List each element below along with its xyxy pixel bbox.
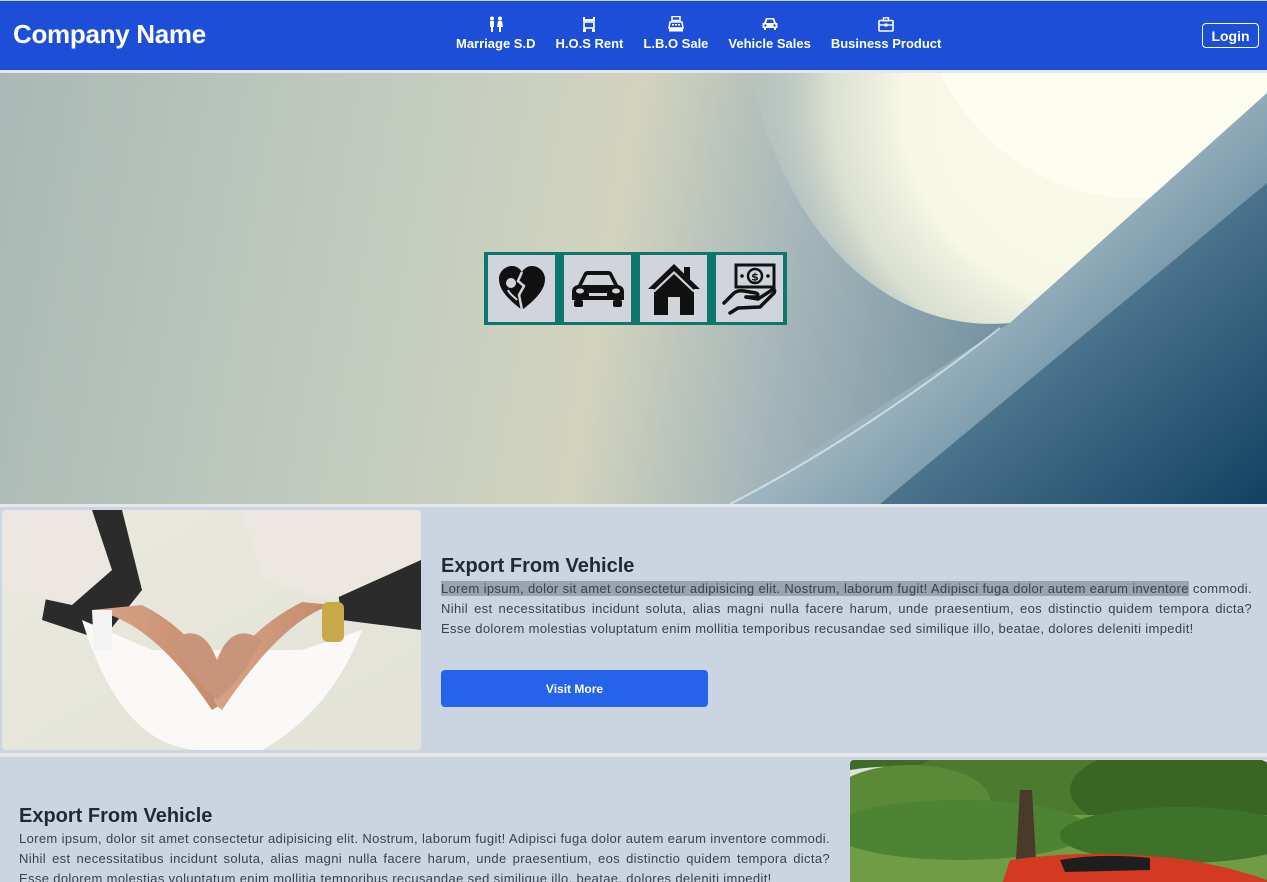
vehicle-photo	[850, 760, 1267, 882]
nav-item-lbo-sale[interactable]: L.B.O Sale	[643, 15, 708, 51]
tile-marriage[interactable]	[488, 255, 555, 322]
wedding-photo	[2, 510, 421, 750]
brand-name[interactable]: Company Name	[13, 19, 206, 50]
feature-section-marriage: Export From Vehicle Lorem ipsum, dolor s…	[0, 507, 1267, 753]
tile-house[interactable]	[640, 255, 707, 322]
login-button[interactable]: Login	[1202, 23, 1259, 48]
briefcase-icon	[878, 15, 894, 33]
signboard-icon	[581, 15, 597, 33]
section-title: Export From Vehicle	[441, 555, 635, 577]
tile-vehicle[interactable]	[564, 255, 631, 322]
nav-label: H.O.S Rent	[555, 36, 624, 51]
nav-item-vehicle-sales[interactable]: Vehicle Sales	[728, 15, 811, 51]
section-text: Lorem ipsum, dolor sit amet consectetur …	[441, 579, 1252, 639]
hero-banner: $	[0, 73, 1267, 504]
feature-section-vehicle: Export From Vehicle Lorem ipsum, dolor s…	[0, 757, 1267, 882]
visit-more-button[interactable]: Visit More	[441, 670, 708, 707]
navbar: Company Name Marriage S.D H.O.S Rent L.B…	[0, 0, 1267, 70]
section-text: Lorem ipsum, dolor sit amet consectetur …	[19, 831, 830, 882]
house-icon	[647, 263, 700, 315]
tile-finance[interactable]: $	[716, 255, 783, 322]
nav-item-hos-rent[interactable]: H.O.S Rent	[555, 15, 623, 51]
car-icon	[571, 270, 624, 307]
main-nav: Marriage S.D H.O.S Rent L.B.O Sale Vehic…	[446, 15, 951, 51]
nav-label: L.B.O Sale	[643, 36, 709, 51]
svg-text:$: $	[751, 270, 759, 283]
couple-icon	[487, 15, 505, 33]
nav-label: Marriage S.D	[456, 36, 536, 51]
car-icon	[761, 15, 779, 33]
cash-register-icon	[668, 15, 684, 33]
nav-label: Vehicle Sales	[728, 36, 811, 51]
money-hand-icon: $	[721, 263, 776, 315]
highlighted-text: Lorem ipsum, dolor sit amet consectetur …	[441, 581, 1189, 596]
nav-item-marriage[interactable]: Marriage S.D	[456, 15, 535, 51]
section-title: Export From Vehicle	[19, 805, 213, 827]
broken-heart-kiss-icon	[498, 265, 545, 310]
service-icons-box: $	[484, 252, 787, 325]
nav-item-business-product[interactable]: Business Product	[830, 15, 942, 51]
nav-label: Business Product	[830, 36, 942, 51]
